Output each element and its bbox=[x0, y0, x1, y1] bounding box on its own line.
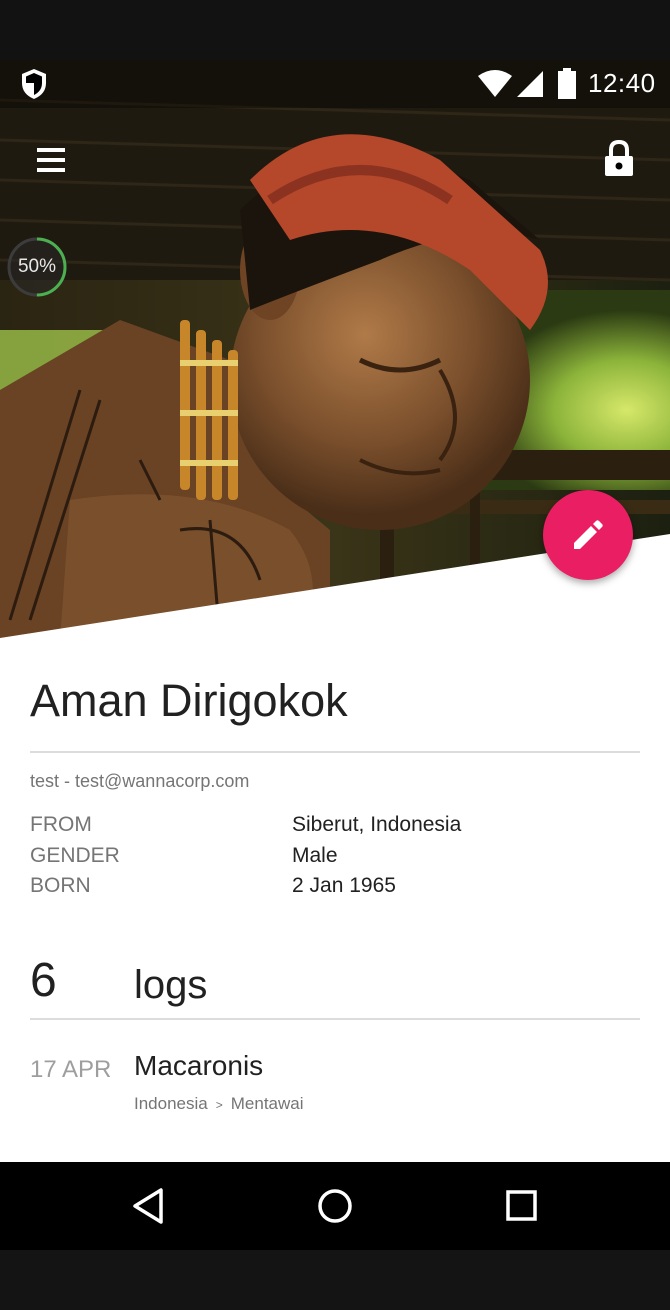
pencil-icon bbox=[574, 520, 603, 549]
profile-subtitle: test - test@wannacorp.com bbox=[30, 771, 250, 791]
field-label-from: FROM bbox=[30, 813, 92, 836]
field-label-born: BORN bbox=[30, 874, 91, 897]
log-date: 17 APR bbox=[30, 1056, 112, 1083]
log-path-region: Mentawai bbox=[230, 1094, 304, 1113]
logs-heading: logs bbox=[134, 963, 208, 1007]
device-top-bezel bbox=[0, 0, 670, 60]
signal-icon bbox=[517, 71, 543, 97]
lock-icon bbox=[605, 139, 633, 176]
home-icon bbox=[318, 1189, 352, 1223]
log-location-path: Indonesia > Mentawai bbox=[134, 1094, 304, 1114]
edit-fab-button[interactable] bbox=[543, 490, 633, 580]
menu-icon bbox=[37, 148, 65, 172]
back-icon bbox=[133, 1188, 163, 1224]
back-button[interactable] bbox=[127, 1184, 171, 1228]
battery-icon bbox=[558, 68, 576, 99]
lock-button[interactable] bbox=[598, 138, 640, 182]
logs-count: 6 bbox=[30, 954, 57, 1007]
system-nav-bar bbox=[0, 1162, 670, 1250]
log-path-country: Indonesia bbox=[134, 1094, 208, 1113]
wifi-icon bbox=[478, 70, 512, 97]
device-bottom-bezel bbox=[0, 1250, 670, 1310]
app-screen: 12:40 50% Aman Dirigokok test - test@wan… bbox=[0, 60, 670, 1250]
progress-label: 50% bbox=[17, 256, 57, 277]
recents-icon bbox=[506, 1190, 537, 1221]
profile-name: Aman Dirigokok bbox=[30, 675, 348, 726]
status-bar: 12:40 bbox=[0, 60, 670, 108]
status-time: 12:40 bbox=[588, 68, 656, 98]
menu-button[interactable] bbox=[28, 138, 74, 182]
log-path-separator: > bbox=[215, 1098, 223, 1112]
recents-button[interactable] bbox=[499, 1184, 543, 1228]
log-title: Macaronis bbox=[134, 1050, 264, 1081]
home-button[interactable] bbox=[313, 1184, 357, 1228]
field-value-born: 2 Jan 1965 bbox=[292, 874, 396, 897]
shield-icon bbox=[22, 69, 46, 99]
logs-divider bbox=[30, 1018, 640, 1020]
field-value-gender: Male bbox=[292, 844, 338, 867]
field-label-gender: GENDER bbox=[30, 844, 120, 867]
name-divider bbox=[30, 751, 640, 753]
field-value-from: Siberut, Indonesia bbox=[292, 813, 462, 836]
